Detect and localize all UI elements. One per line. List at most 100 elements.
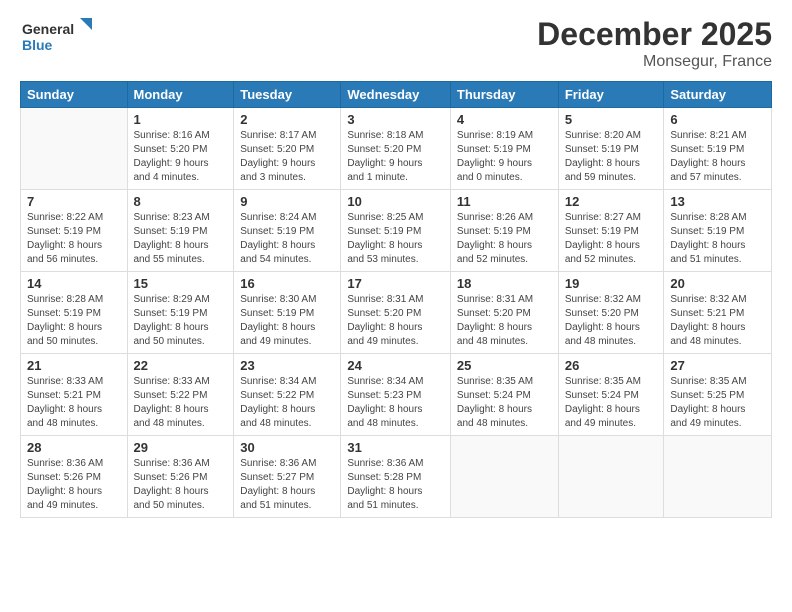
- day-info: Sunrise: 8:28 AM Sunset: 5:19 PM Dayligh…: [27, 293, 121, 349]
- day-number: 23: [240, 358, 334, 373]
- day-number: 21: [27, 358, 121, 373]
- calendar: SundayMondayTuesdayWednesdayThursdayFrid…: [20, 81, 772, 518]
- day-cell: 21 Sunrise: 8:33 AM Sunset: 5:21 PM Dayli…: [21, 354, 128, 436]
- day-cell: 6Sunrise: 8:21 AM Sunset: 5:19 PM Daylig…: [664, 108, 772, 190]
- day-info: Sunrise: 8:28 AM Sunset: 5:19 PM Dayligh…: [670, 211, 765, 267]
- day-info: Sunrise: 8:22 AM Sunset: 5:19 PM Dayligh…: [27, 211, 121, 267]
- day-number: 13: [670, 194, 765, 209]
- header: GeneralBlue December 2025 Monsegur, Fran…: [20, 16, 772, 71]
- week-row-4: 28 Sunrise: 8:36 AM Sunset: 5:26 PM Dayli…: [21, 436, 772, 518]
- day-cell: 8 Sunrise: 8:23 AM Sunset: 5:19 PM Daylig…: [127, 190, 234, 272]
- col-header-thursday: Thursday: [450, 82, 558, 108]
- day-cell: 2 Sunrise: 8:17 AM Sunset: 5:20 PM Daylig…: [234, 108, 341, 190]
- day-info: Sunrise: 8:36 AM Sunset: 5:26 PM Dayligh…: [27, 457, 121, 513]
- week-row-1: 7 Sunrise: 8:22 AM Sunset: 5:19 PM Daylig…: [21, 190, 772, 272]
- col-header-monday: Monday: [127, 82, 234, 108]
- col-header-tuesday: Tuesday: [234, 82, 341, 108]
- day-info: Sunrise: 8:30 AM Sunset: 5:19 PM Dayligh…: [240, 293, 334, 349]
- day-cell: 20 Sunrise: 8:32 AM Sunset: 5:21 PM Dayli…: [664, 272, 772, 354]
- day-number: 19: [565, 276, 658, 291]
- day-number: 3: [347, 112, 444, 127]
- day-cell: 27 Sunrise: 8:35 AM Sunset: 5:25 PM Dayli…: [664, 354, 772, 436]
- day-number: 1: [134, 112, 228, 127]
- day-number: 7: [27, 194, 121, 209]
- day-cell: 16 Sunrise: 8:30 AM Sunset: 5:19 PM Dayli…: [234, 272, 341, 354]
- day-info: Sunrise: 8:35 AM Sunset: 5:24 PM Dayligh…: [565, 375, 658, 431]
- week-row-0: 1 Sunrise: 8:16 AM Sunset: 5:20 PM Daylig…: [21, 108, 772, 190]
- day-cell: 18 Sunrise: 8:31 AM Sunset: 5:20 PM Dayli…: [450, 272, 558, 354]
- day-cell: 13 Sunrise: 8:28 AM Sunset: 5:19 PM Dayli…: [664, 190, 772, 272]
- day-cell: 26Sunrise: 8:35 AM Sunset: 5:24 PM Dayli…: [558, 354, 664, 436]
- day-cell: 22Sunrise: 8:33 AM Sunset: 5:22 PM Dayli…: [127, 354, 234, 436]
- day-cell: 23 Sunrise: 8:34 AM Sunset: 5:22 PM Dayli…: [234, 354, 341, 436]
- day-number: 14: [27, 276, 121, 291]
- day-cell: [558, 436, 664, 518]
- col-header-wednesday: Wednesday: [341, 82, 451, 108]
- day-cell: 14 Sunrise: 8:28 AM Sunset: 5:19 PM Dayli…: [21, 272, 128, 354]
- day-number: 10: [347, 194, 444, 209]
- day-number: 17: [347, 276, 444, 291]
- day-number: 15: [134, 276, 228, 291]
- day-info: Sunrise: 8:27 AM Sunset: 5:19 PM Dayligh…: [565, 211, 658, 267]
- day-number: 18: [457, 276, 552, 291]
- day-number: 31: [347, 440, 444, 455]
- week-row-3: 21 Sunrise: 8:33 AM Sunset: 5:21 PM Dayli…: [21, 354, 772, 436]
- day-info: Sunrise: 8:32 AM Sunset: 5:20 PM Dayligh…: [565, 293, 658, 349]
- day-info: Sunrise: 8:20 AM Sunset: 5:19 PM Dayligh…: [565, 129, 658, 185]
- col-header-sunday: Sunday: [21, 82, 128, 108]
- day-number: 28: [27, 440, 121, 455]
- header-row: SundayMondayTuesdayWednesdayThursdayFrid…: [21, 82, 772, 108]
- day-number: 16: [240, 276, 334, 291]
- col-header-friday: Friday: [558, 82, 664, 108]
- day-cell: [664, 436, 772, 518]
- subtitle: Monsegur, France: [537, 53, 772, 71]
- day-number: 22: [134, 358, 228, 373]
- day-number: 20: [670, 276, 765, 291]
- day-info: Sunrise: 8:19 AM Sunset: 5:19 PM Dayligh…: [457, 129, 552, 185]
- day-cell: 12 Sunrise: 8:27 AM Sunset: 5:19 PM Dayli…: [558, 190, 664, 272]
- col-header-saturday: Saturday: [664, 82, 772, 108]
- day-info: Sunrise: 8:29 AM Sunset: 5:19 PM Dayligh…: [134, 293, 228, 349]
- day-cell: 24Sunrise: 8:34 AM Sunset: 5:23 PM Dayli…: [341, 354, 451, 436]
- day-cell: 4Sunrise: 8:19 AM Sunset: 5:19 PM Daylig…: [450, 108, 558, 190]
- day-info: Sunrise: 8:26 AM Sunset: 5:19 PM Dayligh…: [457, 211, 552, 267]
- day-number: 11: [457, 194, 552, 209]
- day-info: Sunrise: 8:35 AM Sunset: 5:25 PM Dayligh…: [670, 375, 765, 431]
- day-info: Sunrise: 8:31 AM Sunset: 5:20 PM Dayligh…: [347, 293, 444, 349]
- day-info: Sunrise: 8:34 AM Sunset: 5:23 PM Dayligh…: [347, 375, 444, 431]
- day-number: 9: [240, 194, 334, 209]
- day-info: Sunrise: 8:33 AM Sunset: 5:21 PM Dayligh…: [27, 375, 121, 431]
- day-number: 30: [240, 440, 334, 455]
- day-cell: [21, 108, 128, 190]
- day-cell: 5Sunrise: 8:20 AM Sunset: 5:19 PM Daylig…: [558, 108, 664, 190]
- logo-icon: GeneralBlue: [20, 16, 100, 56]
- day-cell: 7 Sunrise: 8:22 AM Sunset: 5:19 PM Daylig…: [21, 190, 128, 272]
- day-cell: 3Sunrise: 8:18 AM Sunset: 5:20 PM Daylig…: [341, 108, 451, 190]
- day-info: Sunrise: 8:35 AM Sunset: 5:24 PM Dayligh…: [457, 375, 552, 431]
- day-info: Sunrise: 8:32 AM Sunset: 5:21 PM Dayligh…: [670, 293, 765, 349]
- day-info: Sunrise: 8:16 AM Sunset: 5:20 PM Dayligh…: [134, 129, 228, 185]
- day-cell: 29Sunrise: 8:36 AM Sunset: 5:26 PM Dayli…: [127, 436, 234, 518]
- day-cell: 15 Sunrise: 8:29 AM Sunset: 5:19 PM Dayli…: [127, 272, 234, 354]
- day-cell: 17 Sunrise: 8:31 AM Sunset: 5:20 PM Dayli…: [341, 272, 451, 354]
- day-info: Sunrise: 8:31 AM Sunset: 5:20 PM Dayligh…: [457, 293, 552, 349]
- day-info: Sunrise: 8:25 AM Sunset: 5:19 PM Dayligh…: [347, 211, 444, 267]
- day-info: Sunrise: 8:34 AM Sunset: 5:22 PM Dayligh…: [240, 375, 334, 431]
- day-number: 8: [134, 194, 228, 209]
- day-number: 29: [134, 440, 228, 455]
- day-number: 12: [565, 194, 658, 209]
- day-cell: 25Sunrise: 8:35 AM Sunset: 5:24 PM Dayli…: [450, 354, 558, 436]
- day-info: Sunrise: 8:17 AM Sunset: 5:20 PM Dayligh…: [240, 129, 334, 185]
- day-info: Sunrise: 8:36 AM Sunset: 5:28 PM Dayligh…: [347, 457, 444, 513]
- day-cell: [450, 436, 558, 518]
- title-area: December 2025 Monsegur, France: [537, 16, 772, 71]
- day-number: 27: [670, 358, 765, 373]
- day-info: Sunrise: 8:23 AM Sunset: 5:19 PM Dayligh…: [134, 211, 228, 267]
- day-info: Sunrise: 8:36 AM Sunset: 5:27 PM Dayligh…: [240, 457, 334, 513]
- page: GeneralBlue December 2025 Monsegur, Fran…: [0, 0, 792, 612]
- day-number: 2: [240, 112, 334, 127]
- day-cell: 11 Sunrise: 8:26 AM Sunset: 5:19 PM Dayli…: [450, 190, 558, 272]
- day-cell: 10 Sunrise: 8:25 AM Sunset: 5:19 PM Dayli…: [341, 190, 451, 272]
- day-cell: 9Sunrise: 8:24 AM Sunset: 5:19 PM Daylig…: [234, 190, 341, 272]
- svg-text:General: General: [22, 21, 74, 37]
